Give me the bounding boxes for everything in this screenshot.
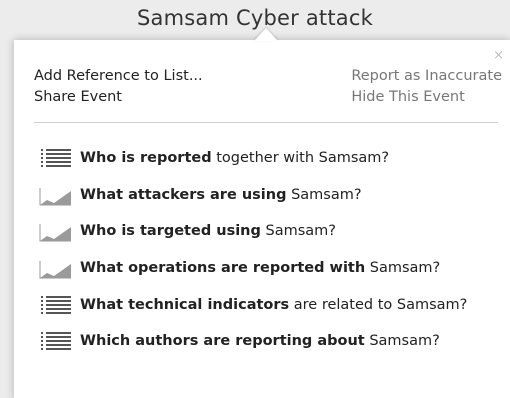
event-actions-left: Add Reference to List... Share Event bbox=[34, 66, 203, 108]
query-bold: Who is reported bbox=[80, 150, 212, 167]
query-rest: Samsam? bbox=[260, 223, 336, 240]
area-chart-icon bbox=[39, 261, 71, 279]
query-item[interactable]: What technical indicators are related to… bbox=[38, 286, 502, 323]
query-text: Who is reported together with Samsam? bbox=[80, 150, 389, 166]
query-text: What attackers are using Samsam? bbox=[80, 187, 362, 203]
divider bbox=[34, 122, 498, 123]
query-bold: Which authors are reporting about bbox=[80, 333, 365, 350]
query-rest: together with Samsam? bbox=[211, 150, 390, 167]
add-reference-link[interactable]: Add Reference to List... bbox=[34, 66, 203, 87]
query-rest: are related to Samsam? bbox=[289, 296, 468, 313]
query-bold: What operations are reported with bbox=[80, 260, 366, 277]
query-text: Who is targeted using Samsam? bbox=[80, 223, 336, 239]
event-menu-popup: × Add Reference to List... Share Event R… bbox=[14, 40, 510, 398]
query-text: What operations are reported with Samsam… bbox=[80, 260, 440, 276]
query-bold: Who is targeted using bbox=[80, 223, 261, 240]
query-rest: Samsam? bbox=[286, 186, 362, 203]
query-rest: Samsam? bbox=[365, 260, 441, 277]
query-item[interactable]: What attackers are using Samsam? bbox=[38, 177, 502, 214]
query-list: Who is reported together with Samsam? Wh… bbox=[38, 140, 502, 360]
event-popup-screen: Samsam Cyber attack × Add Reference to L… bbox=[0, 0, 510, 398]
query-item[interactable]: What operations are reported with Samsam… bbox=[38, 250, 502, 287]
close-icon[interactable]: × bbox=[493, 49, 504, 62]
list-icon bbox=[41, 332, 71, 351]
query-item[interactable]: Who is targeted using Samsam? bbox=[38, 213, 502, 250]
query-item[interactable]: Which authors are reporting about Samsam… bbox=[38, 323, 502, 360]
query-item[interactable]: Who is reported together with Samsam? bbox=[38, 140, 502, 177]
area-chart-icon bbox=[39, 187, 71, 206]
popup-caret bbox=[254, 28, 278, 41]
area-chart-icon bbox=[39, 224, 71, 242]
query-bold: What technical indicators bbox=[80, 296, 290, 313]
list-icon bbox=[41, 149, 71, 168]
query-bold: What attackers are using bbox=[80, 186, 287, 203]
event-title: Samsam Cyber attack bbox=[137, 6, 373, 30]
query-text: Which authors are reporting about Samsam… bbox=[80, 333, 440, 349]
share-event-link[interactable]: Share Event bbox=[34, 87, 203, 108]
report-inaccurate-link[interactable]: Report as Inaccurate bbox=[351, 66, 502, 87]
query-text: What technical indicators are related to… bbox=[80, 297, 467, 313]
event-actions-right: Report as Inaccurate Hide This Event bbox=[351, 66, 502, 108]
list-icon bbox=[41, 295, 71, 314]
hide-event-link[interactable]: Hide This Event bbox=[351, 87, 502, 108]
query-rest: Samsam? bbox=[364, 333, 440, 350]
